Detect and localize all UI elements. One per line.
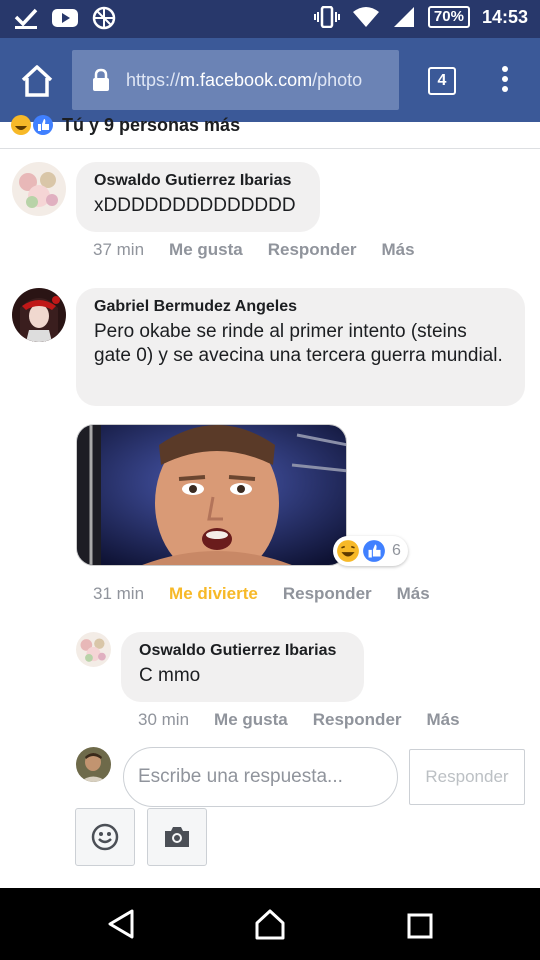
clock: 14:53 [481,6,528,27]
comment-actions: 37 min Me gusta Responder Más [93,240,415,260]
like-button[interactable]: Me divierte [169,584,258,604]
comment-text: Pero okabe se rinde al primer intento (s… [94,321,503,366]
home-icon[interactable] [254,908,286,940]
url-text: https://m.facebook.com/photo [126,69,363,90]
like-reaction-icon [33,115,53,135]
back-icon[interactable] [106,908,136,940]
comment-author[interactable]: Oswaldo Gutierrez Ibarias [94,172,302,190]
haha-reaction-icon [11,115,31,135]
check-icon [14,8,38,29]
comment-time[interactable]: 37 min [93,240,144,260]
like-button[interactable]: Me gusta [214,710,288,730]
battery-indicator: 70% [427,6,470,28]
tab-switcher-button[interactable]: 4 [428,67,456,95]
cell-signal-icon [393,7,414,27]
submit-reply-button[interactable]: Responder [409,749,525,805]
reply-text: C mmo [139,665,201,686]
haha-reaction-icon [337,540,359,562]
system-navigation-bar [0,888,540,960]
reply-input[interactable]: Escribe una respuesta... [123,747,398,807]
like-reaction-icon [363,540,385,562]
vibrate-icon [313,6,340,28]
no-signal-icon [92,6,116,30]
emoji-icon [91,823,119,851]
battery-percent: 70% [433,8,464,25]
reply-bubble[interactable]: Oswaldo Gutierrez Ibarias C mmo [121,632,364,702]
comment-time[interactable]: 31 min [93,584,144,604]
status-bar: 70% 14:53 [0,0,540,38]
more-button[interactable]: Más [382,240,415,260]
camera-button[interactable] [147,808,207,866]
like-button[interactable]: Me gusta [169,240,243,260]
gif-reactions[interactable]: 6 [333,536,408,566]
comment-author[interactable]: Gabriel Bermudez Angeles [94,298,507,316]
more-button[interactable]: Más [427,710,460,730]
divider [0,148,540,149]
avatar[interactable] [12,288,66,342]
comment-gif-image[interactable] [76,424,347,566]
more-button[interactable]: Más [397,584,430,604]
reply-author[interactable]: Oswaldo Gutierrez Ibarias [139,642,346,660]
reactions-summary-text: Tú y 9 personas más [62,114,241,135]
reply-button[interactable]: Responder [268,240,357,260]
reply-button[interactable]: Responder [313,710,402,730]
comment-bubble[interactable]: Gabriel Bermudez Angeles Pero okabe se r… [76,288,525,406]
comment-bubble[interactable]: Oswaldo Gutierrez Ibarias xDDDDDDDDDDDDD… [76,162,320,232]
browser-toolbar: https://m.facebook.com/photo 4 [0,38,540,122]
overflow-menu-icon[interactable] [500,66,510,96]
reply-button[interactable]: Responder [283,584,372,604]
camera-icon [165,827,189,847]
wifi-icon [352,7,379,27]
recents-icon[interactable] [407,913,433,939]
reaction-count: 6 [392,542,401,559]
comment-text: xDDDDDDDDDDDDDD [94,195,296,216]
current-user-avatar [76,747,111,782]
avatar[interactable] [12,162,66,216]
home-icon[interactable] [20,64,54,98]
reply-actions: 30 min Me gusta Responder Más [138,710,460,730]
comment-actions: 31 min Me divierte Responder Más [93,584,430,604]
youtube-icon [52,9,78,27]
avatar[interactable] [76,632,111,667]
url-bar[interactable]: https://m.facebook.com/photo [72,50,399,110]
reply-time[interactable]: 30 min [138,710,189,730]
lock-icon [93,68,109,91]
reactions-summary[interactable]: Tú y 9 personas más [10,114,240,136]
emoji-button[interactable] [75,808,135,866]
reply-input-placeholder: Escribe una respuesta... [138,766,343,787]
